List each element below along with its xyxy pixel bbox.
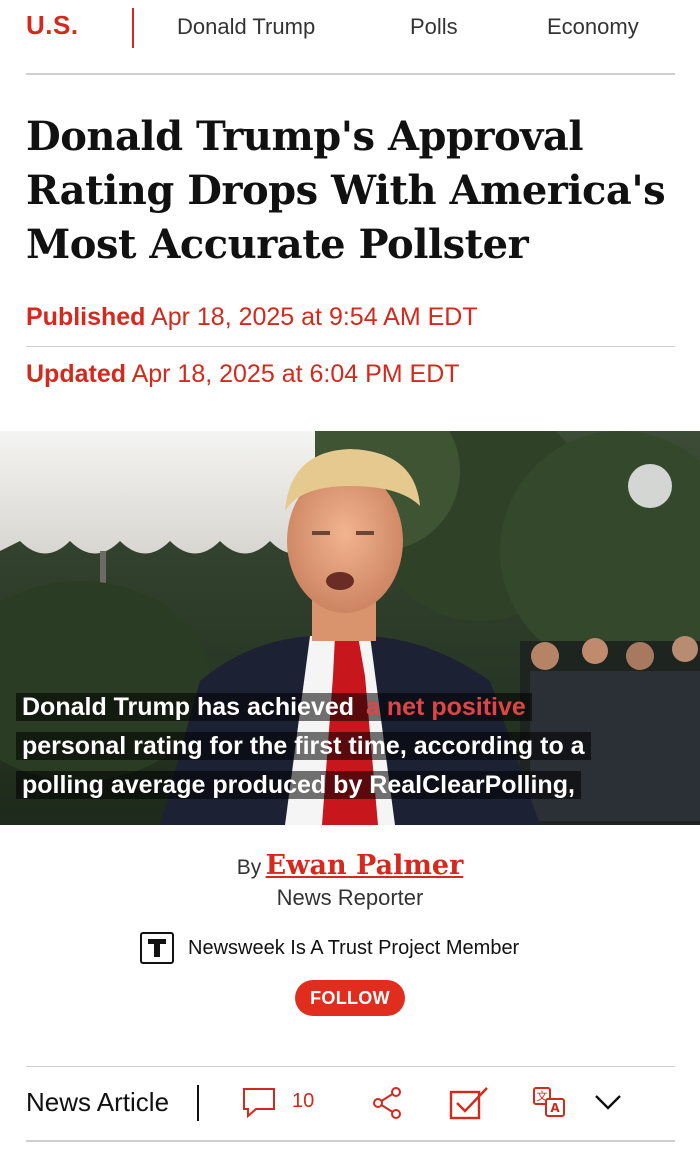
toolbar-top-rule (26, 1066, 675, 1067)
headline-line: Most Accurate Pollster (26, 221, 529, 268)
article-headline: Donald Trump's Approval Rating Drops Wit… (26, 110, 666, 272)
nav-link-donald-trump[interactable]: Donald Trump (177, 14, 315, 40)
published-label: Published (26, 303, 146, 331)
published-dateline: Published Apr 18, 2025 at 9:54 AM EDT (26, 303, 478, 332)
nav-link-economy[interactable]: Economy (547, 14, 639, 40)
headline-line: Donald Trump's Approval (26, 113, 584, 160)
trust-project-text: Newsweek Is A Trust Project Member (188, 936, 520, 959)
by-label: By (236, 856, 262, 879)
share-icon[interactable] (372, 1086, 404, 1125)
toolbar-bottom-rule (26, 1140, 675, 1142)
updated-date: Apr 18, 2025 at 6:04 PM EDT (131, 360, 460, 388)
updated-label: Updated (26, 360, 126, 388)
nav-rule (26, 73, 675, 75)
nav-link-polls[interactable]: Polls (410, 14, 458, 40)
comment-icon[interactable] (242, 1086, 276, 1123)
svg-text:A: A (550, 1101, 560, 1115)
toolbar-separator (197, 1085, 199, 1121)
video-caption: Donald Trump has achieved a net positive … (16, 688, 696, 805)
author-role: News Reporter (276, 885, 424, 910)
author-link[interactable]: Ewan Palmer (266, 850, 464, 881)
published-date: Apr 18, 2025 at 9:54 AM EDT (151, 303, 478, 331)
updated-dateline: Updated Apr 18, 2025 at 6:04 PM EDT (26, 360, 460, 389)
article-type-label: News Article (26, 1087, 170, 1117)
caption-highlight: a net positive (360, 693, 532, 721)
chevron-down-icon[interactable] (594, 1092, 622, 1117)
caption-line: personal rating for the first time, acco… (16, 732, 591, 760)
headline-line: Rating Drops With America's (26, 167, 666, 214)
checkbox-icon[interactable] (449, 1086, 489, 1125)
nav-section-us[interactable]: U.S. (26, 10, 79, 41)
top-nav: U.S. Donald Trump Polls Economy (0, 0, 700, 60)
trust-project-icon (140, 932, 174, 964)
follow-button[interactable]: FOLLOW (295, 980, 405, 1016)
byline: By Ewan Palmer (0, 850, 700, 881)
trust-project-badge[interactable]: Newsweek Is A Trust Project Member (140, 932, 519, 964)
nav-divider (132, 8, 134, 48)
comment-count[interactable]: 10 (292, 1090, 314, 1113)
translate-icon[interactable]: 文A (532, 1086, 566, 1123)
caption-line: Donald Trump has achieved (16, 693, 361, 721)
caption-line: polling average produced by RealClearPol… (16, 771, 581, 799)
date-divider (26, 346, 675, 347)
